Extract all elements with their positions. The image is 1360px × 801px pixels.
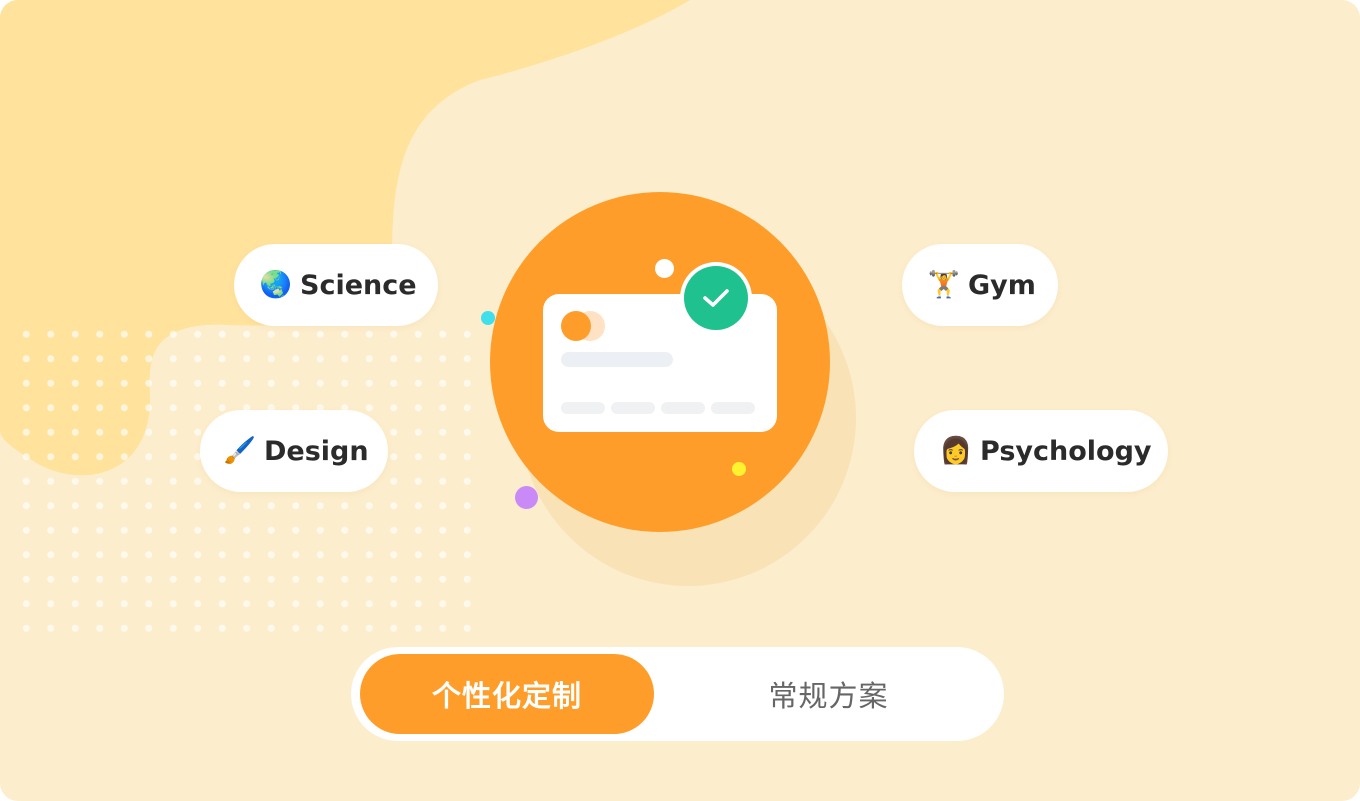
tag-psychology[interactable]: 👩 Psychology — [914, 410, 1168, 492]
paintbrush-icon: 🖌️ — [223, 436, 257, 466]
card-text-line — [561, 352, 673, 367]
tag-label: Gym — [968, 269, 1036, 301]
card-avatar — [561, 311, 591, 341]
card-segment — [611, 402, 655, 414]
sparkle-dot-purple — [515, 486, 538, 509]
check-badge — [680, 262, 752, 334]
tag-gym[interactable]: 🏋️ Gym — [902, 244, 1058, 326]
toggle-option-standard[interactable]: 常规方案 — [681, 654, 976, 734]
card-segment — [661, 402, 705, 414]
sparkle-dot-yellow — [732, 462, 746, 476]
woman-icon: 👩 — [939, 436, 973, 466]
toggle-option-custom[interactable]: 个性化定制 — [360, 654, 654, 734]
weightlifter-icon: 🏋️ — [927, 270, 961, 300]
tag-label: Design — [264, 435, 369, 467]
sparkle-dot-white — [655, 259, 674, 278]
globe-icon: 🌏 — [259, 270, 293, 300]
tag-science[interactable]: 🌏 Science — [234, 244, 438, 326]
tag-label: Psychology — [980, 435, 1152, 467]
plan-toggle: 个性化定制 常规方案 — [351, 647, 1004, 741]
checkmark-icon — [684, 266, 748, 330]
card-segment — [561, 402, 605, 414]
banner-card: 🌏 Science 🖌️ Design 🏋️ Gym 👩 Psychology … — [0, 0, 1360, 801]
tag-label: Science — [300, 269, 417, 301]
card-segment — [711, 402, 755, 414]
tag-design[interactable]: 🖌️ Design — [200, 410, 388, 492]
sparkle-dot-cyan — [481, 311, 495, 325]
